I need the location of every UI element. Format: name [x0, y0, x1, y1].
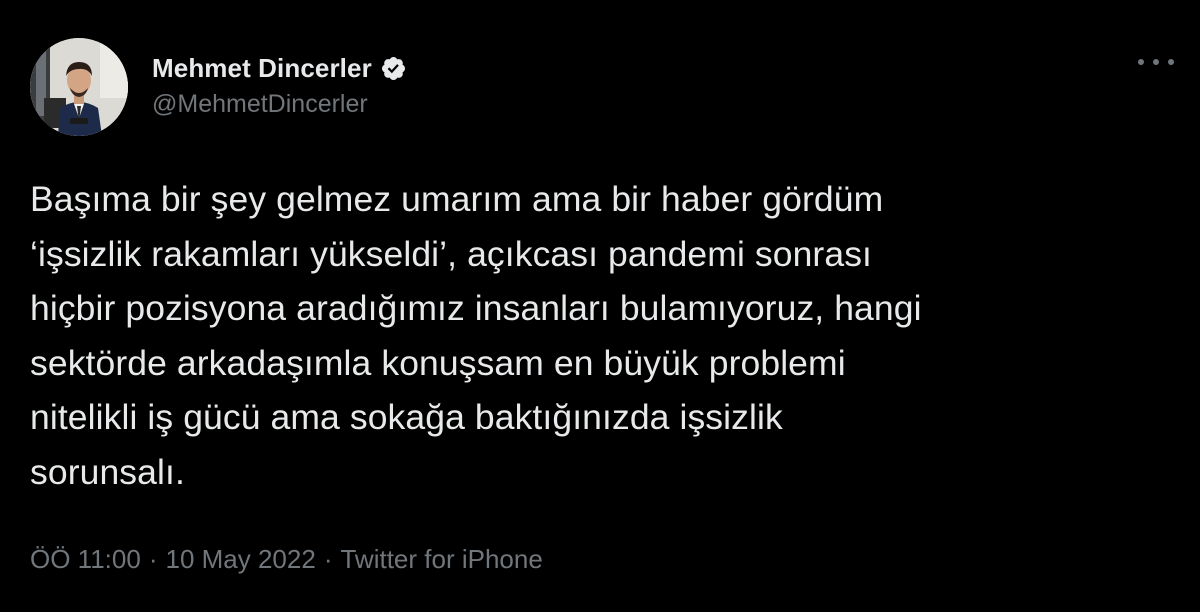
meta-separator: · [148, 544, 158, 574]
more-options-button[interactable] [1138, 50, 1174, 74]
meta-separator: · [323, 544, 333, 574]
tweet-date[interactable]: 10 May 2022 [165, 544, 315, 575]
tweet-text-line: Başıma bir şey gelmez umarım ama bir hab… [30, 179, 884, 219]
name-row: Mehmet Dincerler [152, 52, 407, 84]
tweet-text-line: sektörde arkadaşımla konuşsam en büyük p… [30, 342, 846, 383]
tweet-text-line: hiçbir pozisyona aradığımız insanları bu… [30, 288, 922, 328]
user-handle[interactable]: @MehmetDincerler [152, 90, 407, 119]
tweet-time[interactable]: ÖÖ 11:00 [30, 544, 141, 575]
display-name[interactable]: Mehmet Dincerler [152, 53, 372, 84]
tweet-text-line: nitelikli iş gücü ama sokağa baktığınızd… [30, 397, 783, 437]
ellipsis-icon [1138, 59, 1144, 65]
tweet-source: Twitter for iPhone [340, 544, 543, 574]
author-block: Mehmet Dincerler @MehmetDincerler [152, 52, 407, 119]
ellipsis-icon [1153, 59, 1159, 65]
verified-badge-icon [380, 55, 407, 82]
ellipsis-icon [1168, 59, 1174, 65]
avatar[interactable] [30, 38, 128, 136]
tweet-text-line: sorunsalı. [30, 451, 185, 492]
tweet-text: Başıma bir şey gelmez umarım ama bir hab… [30, 172, 1180, 499]
tweet-text-line: ‘işsizlik rakamları yükseldi’, açıkcası … [30, 233, 873, 274]
tweet-meta: ÖÖ 11:00 · 10 May 2022 · Twitter for iPh… [30, 544, 543, 575]
tweet-card: Mehmet Dincerler @MehmetDincerler Başıma… [0, 0, 1200, 612]
profile-photo-icon [30, 38, 128, 136]
